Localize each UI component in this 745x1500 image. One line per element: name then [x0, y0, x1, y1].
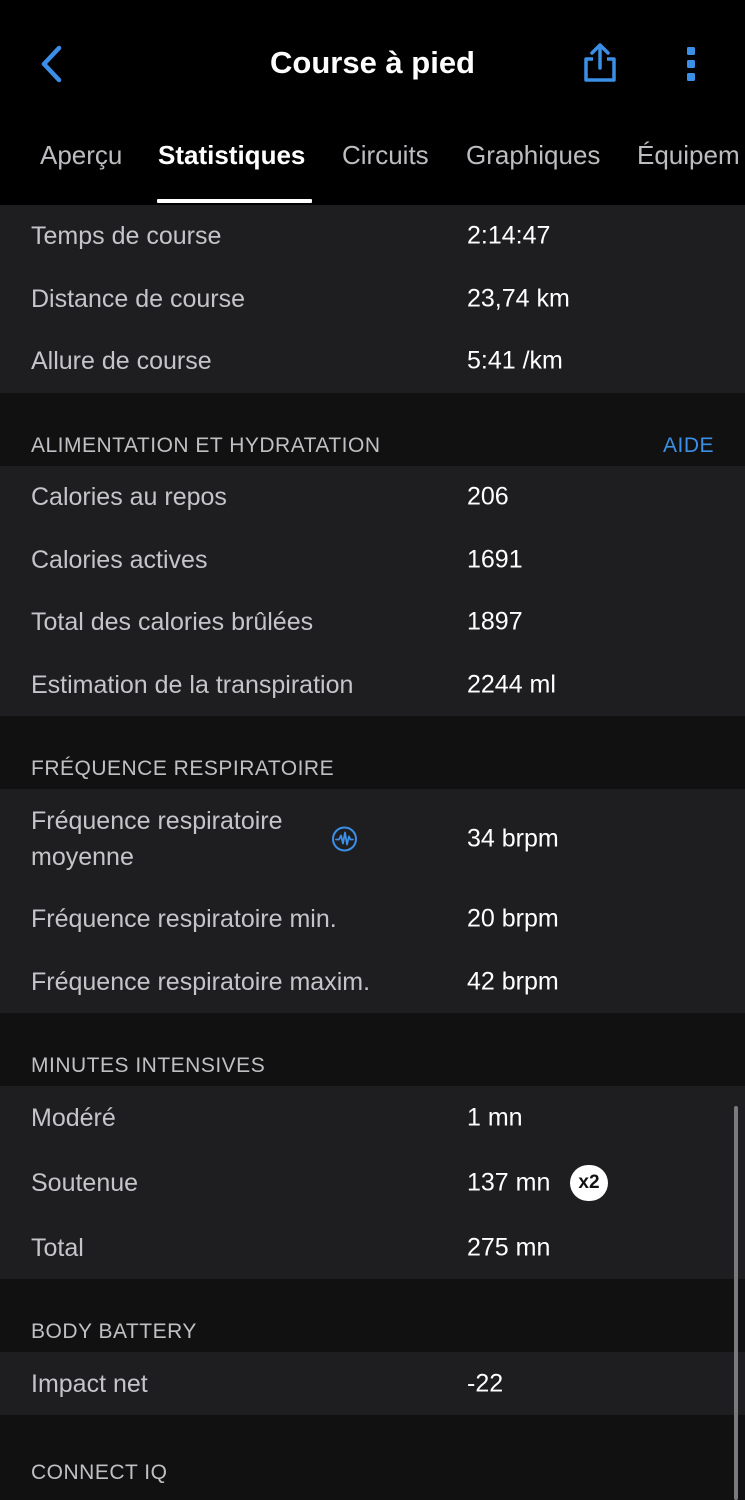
intensity-group: Modéré 1 mn Soutenue 137 mn x2 Total 275… — [0, 1086, 745, 1280]
stat-value: 206 — [467, 482, 509, 511]
section-title: MINUTES INTENSIVES — [31, 1054, 266, 1078]
stat-row: Temps de course 2:14:47 — [0, 205, 745, 268]
stat-label: Fréquence respiratoire maxim. — [31, 968, 371, 997]
tab-statistiques[interactable]: Statistiques — [158, 140, 305, 171]
stat-value: 1 mn — [467, 1103, 523, 1132]
share-icon — [584, 43, 616, 82]
stats-list: Temps de course 2:14:47 Distance de cour… — [0, 205, 745, 1493]
tab-apercu[interactable]: Aperçu — [40, 140, 122, 171]
stat-label: Fréquence respiratoire moyenne — [31, 806, 283, 871]
tab-circuits[interactable]: Circuits — [342, 140, 429, 171]
stat-value: 275 mn — [467, 1233, 551, 1262]
waveform-icon[interactable] — [331, 825, 358, 852]
stat-row: Calories actives 1691 — [0, 528, 745, 591]
nutrition-group: Calories au repos 206 Calories actives 1… — [0, 465, 745, 717]
active-tab-indicator — [157, 199, 312, 203]
stat-label: Total — [31, 1234, 84, 1263]
stat-value: 2244 ml — [467, 670, 556, 699]
stat-row: Impact net -22 — [0, 1352, 745, 1415]
more-options-button[interactable] — [676, 44, 706, 84]
stat-label: Modéré — [31, 1103, 116, 1132]
tab-equipement[interactable]: Équipem — [637, 140, 740, 171]
stat-row: Fréquence respiratoire moyenne 34 brpm — [0, 789, 745, 888]
body-battery-section-header: BODY BATTERY — [0, 1279, 745, 1353]
stat-value: 2:14:47 — [467, 221, 551, 250]
stat-label: Total des calories brûlées — [31, 608, 314, 637]
section-title: CONNECT IQ — [31, 1460, 168, 1484]
tab-graphiques[interactable]: Graphiques — [466, 140, 600, 171]
stat-label: Temps de course — [31, 222, 222, 251]
stat-row: Calories au repos 206 — [0, 466, 745, 529]
stat-value: 23,74 km — [467, 284, 570, 313]
page-title: Course à pied — [270, 45, 475, 80]
stat-label: Impact net — [31, 1369, 148, 1398]
stat-label: Soutenue — [31, 1169, 139, 1198]
share-button[interactable] — [580, 42, 620, 84]
stat-value: 42 brpm — [467, 967, 559, 996]
stat-row: Estimation de la transpiration 2244 ml — [0, 654, 745, 717]
respiration-group: Fréquence respiratoire moyenne 34 brpm F… — [0, 789, 745, 1014]
multiplier-badge: x2 — [570, 1165, 608, 1202]
stat-value: 5:41 /km — [467, 346, 563, 375]
stat-row: Allure de course 5:41 /km — [0, 330, 745, 393]
section-title: BODY BATTERY — [31, 1320, 197, 1344]
stat-value: 34 brpm — [467, 824, 559, 853]
section-title: FRÉQUENCE RESPIRATOIRE — [31, 757, 335, 781]
stat-value: 1691 — [467, 545, 523, 574]
connect-iq-section-header: CONNECT IQ — [0, 1414, 745, 1493]
running-group: Temps de course 2:14:47 Distance de cour… — [0, 205, 745, 393]
stat-value: 20 brpm — [467, 904, 559, 933]
stat-label: Calories au repos — [31, 483, 227, 512]
stat-row: Total 275 mn — [0, 1217, 745, 1279]
stat-row: Total des calories brûlées 1897 — [0, 591, 745, 654]
stat-row: Fréquence respiratoire maxim. 42 brpm — [0, 951, 745, 1014]
stat-row: Soutenue 137 mn x2 — [0, 1149, 745, 1217]
tab-bar: Aperçu Statistiques Circuits Graphiques … — [0, 128, 745, 205]
body-battery-group: Impact net -22 — [0, 1352, 745, 1415]
stat-value: 137 mn — [467, 1168, 551, 1197]
help-link[interactable]: AIDE — [663, 434, 714, 458]
more-vertical-icon — [687, 47, 695, 81]
stat-label: Fréquence respiratoire min. — [31, 905, 337, 934]
stat-row: Modéré 1 mn — [0, 1086, 745, 1149]
stat-row: Fréquence respiratoire min. 20 brpm — [0, 888, 745, 951]
stat-value: -22 — [467, 1369, 504, 1398]
respiration-section-header: FRÉQUENCE RESPIRATOIRE — [0, 716, 745, 790]
stat-value: 1897 — [467, 607, 523, 636]
top-bar: Course à pied Aperçu Statistiques Circui… — [0, 0, 745, 205]
stat-label: Allure de course — [31, 347, 212, 376]
scrollbar[interactable] — [734, 1106, 738, 1500]
nutrition-section-header: ALIMENTATION ET HYDRATATION AIDE — [0, 392, 745, 466]
stat-row: Distance de course 23,74 km — [0, 268, 745, 331]
intensity-section-header: MINUTES INTENSIVES — [0, 1013, 745, 1087]
stat-label: Estimation de la transpiration — [31, 670, 354, 699]
stat-label: Calories actives — [31, 545, 208, 574]
section-title: ALIMENTATION ET HYDRATATION — [31, 433, 381, 457]
stat-label: Distance de course — [31, 284, 246, 313]
